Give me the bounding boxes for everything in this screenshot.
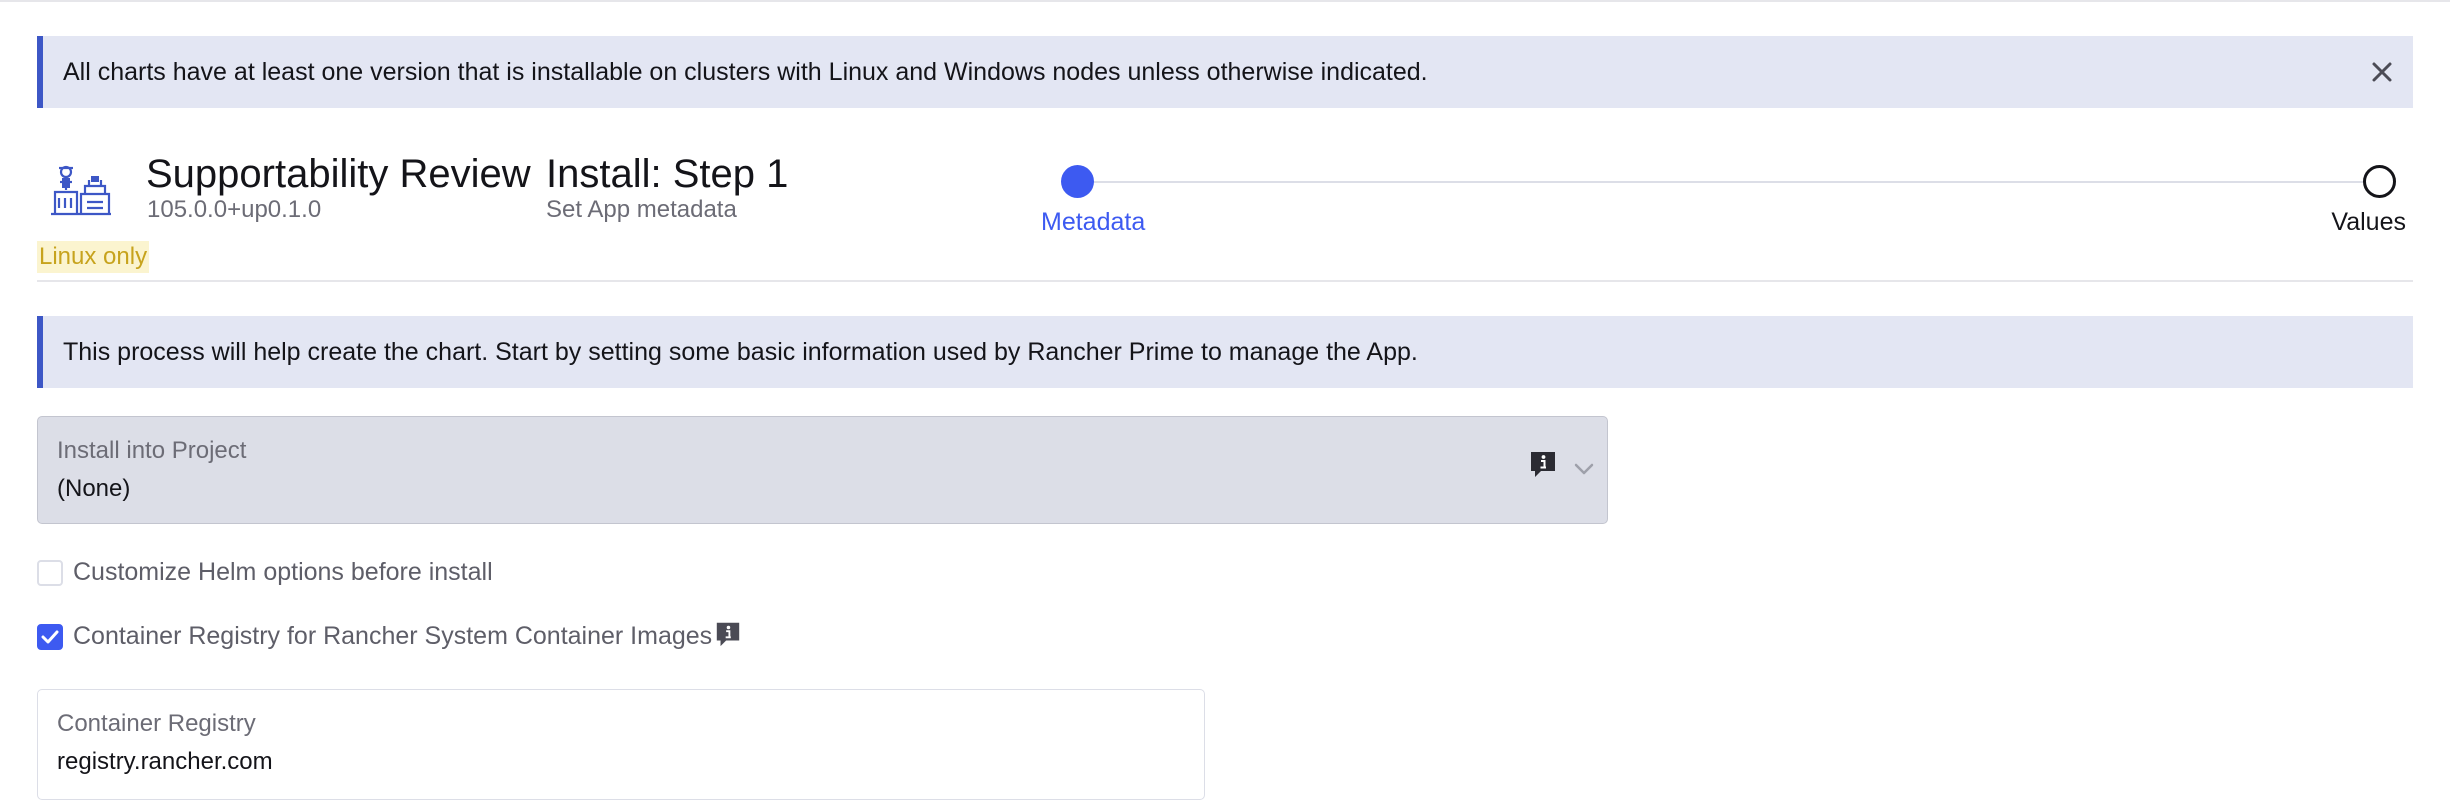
process-info-banner-text: This process will help create the chart.… xyxy=(63,337,1418,366)
step-values-dot[interactable] xyxy=(2363,165,2396,198)
os-badge: Linux only xyxy=(37,241,150,273)
project-select-value: (None) xyxy=(57,475,131,502)
customize-helm-option[interactable]: Customize Helm options before install xyxy=(37,558,493,587)
info-icon[interactable] xyxy=(714,620,742,648)
step-title: Install: Step 1 xyxy=(546,152,789,196)
top-border xyxy=(0,0,2450,2)
container-registry-field[interactable]: Container Registry registry.rancher.com xyxy=(37,689,1205,800)
checkmark-icon xyxy=(41,630,59,643)
chart-name: Supportability Review xyxy=(146,152,531,196)
step-subtitle: Set App metadata xyxy=(546,196,737,223)
page: All charts have at least one version tha… xyxy=(0,0,2450,810)
container-registry-field-label: Container Registry xyxy=(57,710,256,737)
process-info-banner: This process will help create the chart.… xyxy=(37,316,2413,388)
project-select[interactable]: Install into Project (None) xyxy=(37,416,1608,524)
info-icon[interactable] xyxy=(1528,449,1558,479)
container-registry-label[interactable]: Container Registry for Rancher System Co… xyxy=(73,622,712,651)
header-divider xyxy=(37,280,2413,282)
step-values-label[interactable]: Values xyxy=(2331,208,2406,237)
os-info-banner: All charts have at least one version tha… xyxy=(37,36,2413,108)
close-icon[interactable] xyxy=(2367,57,2397,87)
stepper-line xyxy=(1078,181,2372,183)
chart-header: Supportability Review 105.0.0+up0.1.0 In… xyxy=(37,140,2413,280)
os-info-banner-text: All charts have at least one version tha… xyxy=(63,57,1428,86)
step-metadata-dot[interactable] xyxy=(1061,165,1094,198)
container-registry-field-value[interactable]: registry.rancher.com xyxy=(57,748,273,776)
project-select-label: Install into Project xyxy=(57,437,247,464)
wizard-stepper: Metadata Values xyxy=(1041,164,2406,244)
customize-helm-checkbox[interactable] xyxy=(37,559,63,586)
customize-helm-label[interactable]: Customize Helm options before install xyxy=(73,558,493,587)
container-registry-option[interactable]: Container Registry for Rancher System Co… xyxy=(37,622,742,651)
chart-version: 105.0.0+up0.1.0 xyxy=(147,196,322,223)
chart-logo-icon xyxy=(51,165,111,216)
step-metadata-label[interactable]: Metadata xyxy=(1041,208,1145,237)
container-registry-checkbox[interactable] xyxy=(37,623,63,650)
chevron-down-icon[interactable] xyxy=(1573,462,1595,476)
